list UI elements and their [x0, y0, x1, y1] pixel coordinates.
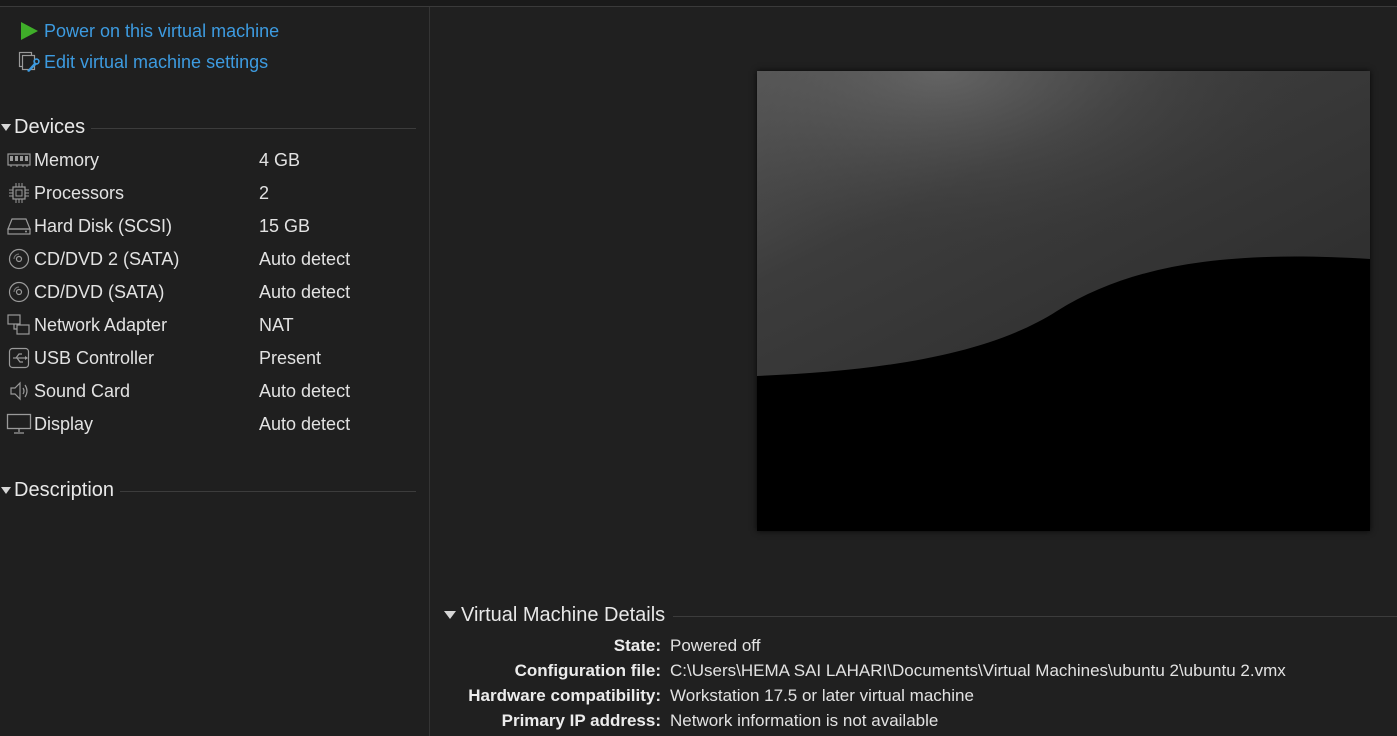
power-on-button[interactable]: Power on this virtual machine — [18, 18, 279, 44]
device-row-cd-dvd-2[interactable]: CD/DVD 2 (SATA) Auto detect — [6, 245, 406, 273]
device-name: Processors — [34, 182, 125, 203]
device-row-display[interactable]: Display Auto detect — [6, 410, 406, 438]
device-value: 2 — [259, 182, 270, 203]
top-border — [0, 0, 1397, 7]
detail-row-primary-ip: Primary IP address: Network information … — [430, 709, 1397, 733]
vm-summary-view: Power on this virtual machine Edit virtu… — [0, 0, 1397, 736]
device-row-usb-controller[interactable]: USB Controller Present — [6, 344, 406, 372]
device-value: 4 GB — [259, 149, 301, 170]
device-row-network-adapter[interactable]: Network Adapter NAT — [6, 311, 406, 339]
detail-label: Primary IP address: — [501, 711, 661, 730]
hard-disk-icon — [6, 214, 32, 238]
device-name: CD/DVD (SATA) — [34, 281, 165, 302]
device-row-sound-card[interactable]: Sound Card Auto detect — [6, 377, 406, 405]
edit-settings-button[interactable]: Edit virtual machine settings — [18, 49, 268, 75]
collapse-triangle-icon — [1, 123, 11, 131]
detail-value: C:\Users\HEMA SAI LAHARI\Documents\Virtu… — [670, 661, 1286, 680]
detail-label: Hardware compatibility: — [468, 686, 661, 705]
detail-row-config-file: Configuration file: C:\Users\HEMA SAI LA… — [430, 659, 1397, 683]
detail-label: Configuration file: — [514, 661, 661, 680]
device-name: Display — [34, 413, 94, 434]
description-title: Description — [14, 478, 115, 501]
vm-details-title: Virtual Machine Details — [461, 603, 666, 626]
device-value: Auto detect — [259, 248, 351, 269]
devices-title: Devices — [14, 115, 86, 138]
section-divider — [120, 490, 416, 492]
device-row-hard-disk[interactable]: Hard Disk (SCSI) 15 GB — [6, 212, 406, 240]
device-row-cd-dvd[interactable]: CD/DVD (SATA) Auto detect — [6, 278, 406, 306]
play-icon — [18, 20, 40, 42]
device-value: NAT — [259, 314, 294, 335]
cd-dvd-icon — [6, 247, 32, 271]
usb-icon — [6, 346, 32, 370]
speaker-icon — [6, 379, 32, 403]
device-value: Auto detect — [259, 380, 351, 401]
cd-dvd-icon — [6, 280, 32, 304]
device-name: Sound Card — [34, 380, 131, 401]
device-name: Hard Disk (SCSI) — [34, 215, 173, 236]
memory-icon — [6, 148, 32, 172]
left-pane: Power on this virtual machine Edit virtu… — [0, 7, 428, 736]
section-divider — [673, 615, 1397, 617]
device-value: Auto detect — [259, 413, 351, 434]
power-on-label: Power on this virtual machine — [44, 20, 280, 41]
detail-value: Powered off — [670, 636, 761, 655]
detail-row-state: State: Powered off — [430, 634, 1397, 658]
detail-row-hardware-compat: Hardware compatibility: Workstation 17.5… — [430, 684, 1397, 708]
monitor-icon — [6, 412, 32, 436]
preview-graphic — [757, 71, 1370, 531]
description-section-header[interactable]: Description — [0, 477, 416, 503]
device-value: Present — [259, 347, 322, 368]
section-divider — [91, 127, 416, 129]
device-value: 15 GB — [259, 215, 311, 236]
device-value: Auto detect — [259, 281, 351, 302]
right-pane: Virtual Machine Details State: Powered o… — [430, 7, 1397, 736]
devices-section-header[interactable]: Devices — [0, 114, 416, 140]
collapse-triangle-icon — [444, 611, 456, 619]
device-name: Memory — [34, 149, 100, 170]
device-row-processors[interactable]: Processors 2 — [6, 179, 406, 207]
edit-settings-label: Edit virtual machine settings — [44, 51, 269, 72]
vm-details-section-header[interactable]: Virtual Machine Details — [444, 602, 1397, 628]
device-name: USB Controller — [34, 347, 155, 368]
device-row-memory[interactable]: Memory 4 GB — [6, 146, 406, 174]
collapse-triangle-icon — [1, 486, 11, 494]
detail-label: State: — [613, 636, 661, 655]
settings-edit-icon — [18, 51, 40, 73]
processor-icon — [6, 181, 32, 205]
network-adapter-icon — [6, 313, 32, 337]
detail-value: Workstation 17.5 or later virtual machin… — [670, 686, 974, 705]
device-name: CD/DVD 2 (SATA) — [34, 248, 180, 269]
detail-value: Network information is not available — [670, 711, 939, 730]
vm-screen-preview[interactable] — [757, 71, 1370, 531]
device-name: Network Adapter — [34, 314, 168, 335]
